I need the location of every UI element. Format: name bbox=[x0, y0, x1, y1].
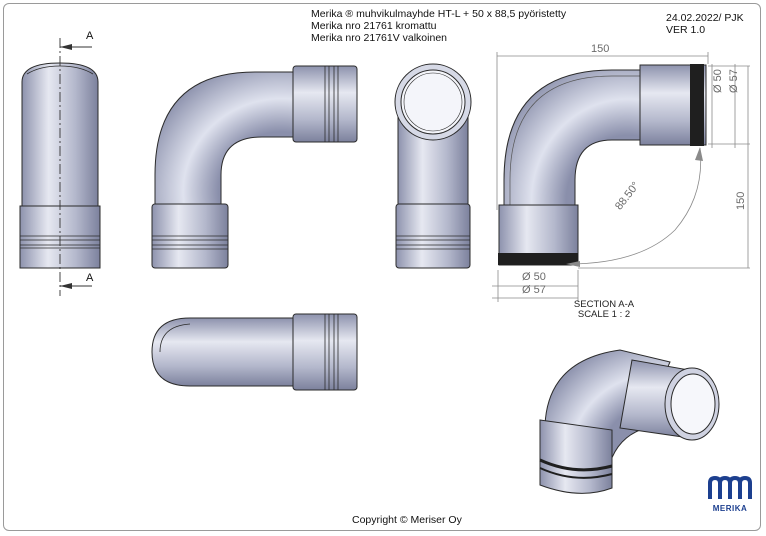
drawing-version: VER 1.0 bbox=[666, 24, 706, 36]
drawing-canvas bbox=[19, 38, 750, 494]
end-view-elbow bbox=[394, 63, 472, 269]
section-scale: SCALE 1 : 2 bbox=[577, 309, 631, 320]
dimension-outer-dia-top: Ø 57 bbox=[728, 69, 740, 93]
section-caption: SECTION A-A SCALE 1 : 2 bbox=[566, 300, 642, 320]
copyright: Copyright © Meriser Oy bbox=[352, 514, 462, 526]
drawing-date: 24.02.2022/ PJK bbox=[666, 12, 744, 24]
section-marker-bottom: A bbox=[86, 272, 94, 284]
merika-logo-text: MERIKA bbox=[712, 504, 748, 513]
dimension-outer-dia-bottom: Ø 57 bbox=[522, 284, 546, 296]
isometric-view-elbow bbox=[539, 349, 720, 494]
merika-logo: MERIKA bbox=[706, 475, 754, 513]
title-line-2: Merika nro 21761 kromattu bbox=[311, 20, 437, 32]
section-marker-top: A bbox=[86, 30, 94, 42]
title-line-3: Merika nro 21761V valkoinen bbox=[311, 32, 447, 44]
front-view-elbow bbox=[151, 65, 358, 269]
dimension-inner-dia-top: Ø 50 bbox=[712, 69, 724, 93]
section-view-a-a bbox=[498, 64, 707, 267]
dimension-width: 150 bbox=[591, 43, 610, 55]
drawing-sheet: Merika ® muhvikulmayhde HT-L + 50 x 88,5… bbox=[0, 0, 766, 536]
dimension-height: 150 bbox=[735, 191, 747, 210]
dimension-inner-dia-bottom: Ø 50 bbox=[522, 271, 546, 283]
merika-logo-mark bbox=[708, 475, 752, 499]
top-view-elbow bbox=[151, 313, 358, 391]
title-line-1: Merika ® muhvikulmayhde HT-L + 50 x 88,5… bbox=[311, 8, 567, 20]
